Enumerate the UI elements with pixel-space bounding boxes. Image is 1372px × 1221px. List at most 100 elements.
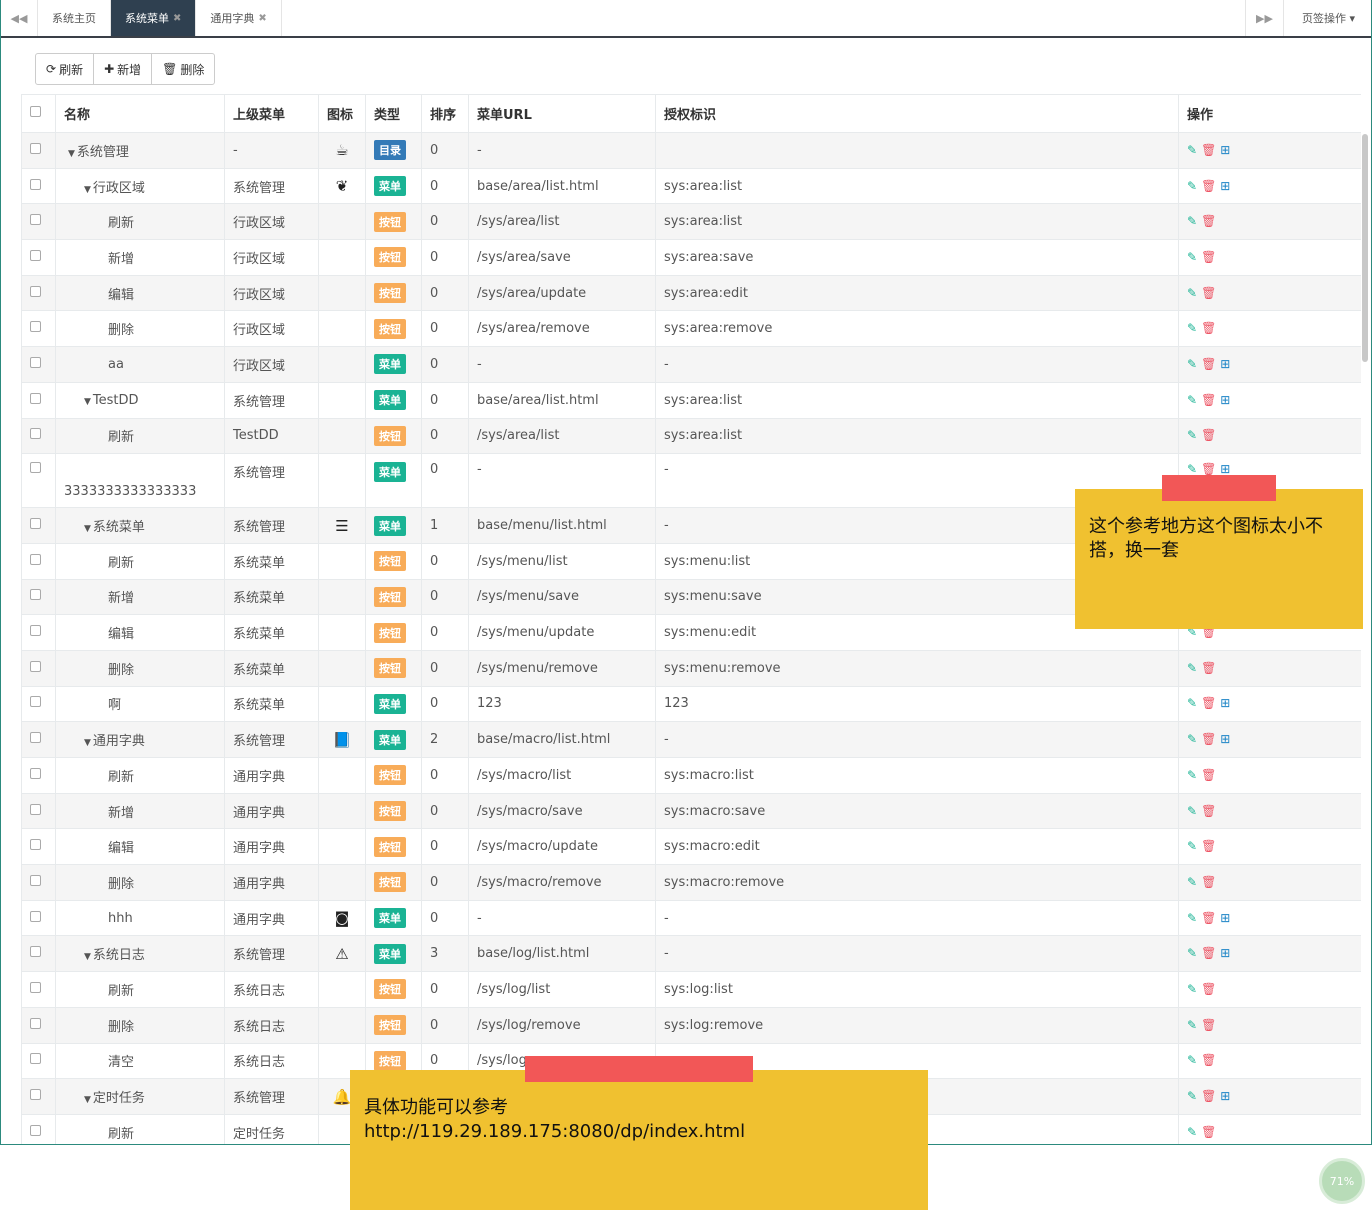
row-checkbox[interactable]: [21, 971, 56, 1008]
plus-square-icon[interactable]: ⊞: [1220, 357, 1230, 371]
table-row[interactable]: aa 行政区域 菜单 0- - ✎ 🗑 ⊞: [21, 346, 1361, 383]
row-checkbox[interactable]: [21, 132, 56, 169]
trash-icon[interactable]: 🗑: [1201, 179, 1216, 193]
trash-icon[interactable]: 🗑: [1201, 1125, 1216, 1139]
trash-icon[interactable]: 🗑: [1201, 143, 1216, 157]
edit-icon[interactable]: ✎: [1187, 804, 1197, 818]
plus-square-icon[interactable]: ⊞: [1220, 696, 1230, 710]
row-checkbox[interactable]: [21, 864, 56, 901]
caret-down-icon[interactable]: ▼: [84, 185, 91, 195]
trash-icon[interactable]: 🗑: [1201, 1018, 1216, 1032]
caret-down-icon[interactable]: ▼: [84, 397, 91, 407]
table-row[interactable]: 刷新 系统日志 按钮 0/sys/log/list sys:log:list ✎ 🗑: [21, 971, 1361, 1008]
tab-operations-dropdown[interactable]: 页签操作 ▾: [1283, 0, 1371, 36]
add-button[interactable]: ✚ 新增: [94, 54, 153, 84]
header-url[interactable]: 菜单URL: [468, 94, 656, 133]
row-checkbox[interactable]: [21, 1078, 56, 1115]
edit-icon[interactable]: ✎: [1187, 321, 1197, 335]
edit-icon[interactable]: ✎: [1187, 696, 1197, 710]
table-row[interactable]: ▼ 系统日志 系统管理 ⚠ 菜单 3 base/log/list.html - ✎ 🗑 ⊞: [21, 935, 1361, 973]
row-checkbox[interactable]: [21, 1042, 56, 1080]
trash-icon[interactable]: 🗑: [1201, 250, 1216, 264]
caret-down-icon[interactable]: ▼: [84, 738, 91, 748]
plus-square-icon[interactable]: ⊞: [1220, 732, 1230, 746]
header-perm[interactable]: 授权标识: [655, 94, 1179, 133]
header-icon[interactable]: 图标: [318, 94, 366, 133]
row-checkbox[interactable]: [21, 381, 56, 419]
caret-down-icon[interactable]: ▼: [84, 952, 91, 962]
trash-icon[interactable]: 🗑: [1201, 321, 1216, 335]
edit-icon[interactable]: ✎: [1187, 1089, 1197, 1103]
edit-icon[interactable]: ✎: [1187, 661, 1197, 675]
edit-icon[interactable]: ✎: [1187, 143, 1197, 157]
trash-icon[interactable]: 🗑: [1201, 696, 1216, 710]
row-checkbox[interactable]: [21, 1113, 56, 1144]
row-checkbox[interactable]: [21, 649, 56, 687]
edit-icon[interactable]: ✎: [1187, 875, 1197, 889]
close-icon[interactable]: ✖: [258, 13, 266, 24]
table-row[interactable]: ▼ 系统管理 - ☕ 目录 0- ✎ 🗑 ⊞: [21, 132, 1361, 169]
close-icon[interactable]: ✖: [173, 13, 181, 24]
table-row[interactable]: ▼ 通用字典 系统管理 📘 菜单 2 base/macro/list.html - ✎ 🗑 ⊞: [21, 721, 1361, 758]
edit-icon[interactable]: ✎: [1187, 982, 1197, 996]
edit-icon[interactable]: ✎: [1187, 911, 1197, 925]
plus-square-icon[interactable]: ⊞: [1220, 179, 1230, 193]
trash-icon[interactable]: 🗑: [1201, 732, 1216, 746]
row-checkbox[interactable]: [21, 310, 56, 348]
trash-icon[interactable]: 🗑: [1201, 393, 1216, 407]
plus-square-icon[interactable]: ⊞: [1220, 1089, 1230, 1103]
trash-icon[interactable]: 🗑: [1201, 946, 1216, 960]
row-checkbox[interactable]: [21, 792, 56, 830]
edit-icon[interactable]: ✎: [1187, 732, 1197, 746]
edit-icon[interactable]: ✎: [1187, 179, 1197, 193]
trash-icon[interactable]: 🗑: [1201, 804, 1216, 818]
trash-icon[interactable]: 🗑: [1201, 875, 1216, 889]
header-parent[interactable]: 上级菜单: [224, 94, 319, 133]
header-sort[interactable]: 排序: [421, 94, 469, 133]
header-name[interactable]: 名称: [55, 94, 225, 133]
row-checkbox[interactable]: [21, 507, 56, 544]
table-row[interactable]: 编辑 行政区域 按钮 0/sys/area/update sys:area:edit ✎ 🗑: [21, 274, 1361, 312]
trash-icon[interactable]: 🗑: [1201, 911, 1216, 925]
table-row[interactable]: ▼ 行政区域 系统管理 ❦ 菜单 0 base/area/list.html sys:area…: [21, 167, 1361, 205]
tab-next-button[interactable]: ▶▶: [1245, 0, 1283, 36]
tab-prev-button[interactable]: ◀◀: [1, 0, 38, 36]
select-all-checkbox[interactable]: [21, 94, 56, 133]
trash-icon[interactable]: 🗑: [1201, 661, 1216, 675]
tab-menu[interactable]: 系统菜单 ✖: [111, 0, 197, 36]
trash-icon[interactable]: 🗑: [1201, 1089, 1216, 1103]
table-row[interactable]: 删除 系统菜单 按钮 0/sys/menu/remove sys:menu:remove…: [21, 649, 1361, 687]
row-checkbox[interactable]: [21, 899, 56, 937]
caret-down-icon[interactable]: ▼: [68, 149, 75, 159]
row-checkbox[interactable]: [21, 578, 56, 616]
trash-icon[interactable]: 🗑: [1201, 839, 1216, 853]
table-row[interactable]: 删除 系统日志 按钮 0/sys/log/remove sys:log:remove ✎ 🗑: [21, 1006, 1361, 1044]
caret-down-icon[interactable]: ▼: [84, 1095, 91, 1105]
table-row[interactable]: 刷新 行政区域 按钮 0/sys/area/list sys:area:list ✎ 🗑: [21, 203, 1361, 241]
table-row[interactable]: 新增 行政区域 按钮 0/sys/area/save sys:area:save ✎ 🗑: [21, 239, 1361, 276]
plus-square-icon[interactable]: ⊞: [1220, 393, 1230, 407]
trash-icon[interactable]: 🗑: [1201, 768, 1216, 782]
vertical-scrollbar[interactable]: [1362, 134, 1368, 362]
table-row[interactable]: 删除 行政区域 按钮 0/sys/area/remove sys:area:remove…: [21, 310, 1361, 348]
edit-icon[interactable]: ✎: [1187, 286, 1197, 300]
row-checkbox[interactable]: [21, 542, 56, 580]
row-checkbox[interactable]: [21, 721, 56, 758]
row-checkbox[interactable]: [21, 203, 56, 241]
trash-icon[interactable]: 🗑: [1201, 1053, 1216, 1067]
edit-icon[interactable]: ✎: [1187, 428, 1197, 442]
row-checkbox[interactable]: [21, 935, 56, 973]
edit-icon[interactable]: ✎: [1187, 214, 1197, 228]
edit-icon[interactable]: ✎: [1187, 250, 1197, 264]
tab-dictionary[interactable]: 通用字典 ✖: [196, 0, 282, 36]
edit-icon[interactable]: ✎: [1187, 1053, 1197, 1067]
plus-square-icon[interactable]: ⊞: [1220, 911, 1230, 925]
trash-icon[interactable]: 🗑: [1201, 357, 1216, 371]
row-checkbox[interactable]: [21, 685, 56, 723]
edit-icon[interactable]: ✎: [1187, 1018, 1197, 1032]
table-row[interactable]: 啊系统菜单 菜单 0 123 123 ✎ 🗑 ⊞: [21, 685, 1361, 723]
caret-down-icon[interactable]: ▼: [84, 524, 91, 534]
row-checkbox[interactable]: [21, 828, 56, 866]
row-checkbox[interactable]: [21, 239, 56, 276]
trash-icon[interactable]: 🗑: [1201, 982, 1216, 996]
